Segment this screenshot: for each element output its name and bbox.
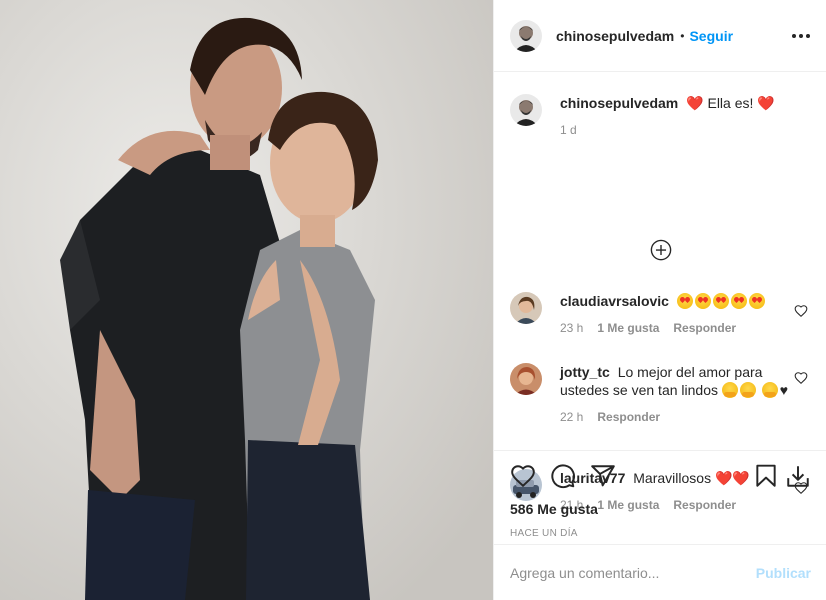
comment-username[interactable]: claudiavrsalovic [560,293,669,309]
like-comment-icon[interactable] [794,371,808,385]
heart-eyes-emoji [712,293,729,309]
hugging-emoji [721,382,738,398]
heart-eyes-emoji [676,293,693,309]
comment-time[interactable]: 22 h [560,408,583,426]
reply-button[interactable]: Responder [597,408,660,426]
black-heart-emoji: ♥ [779,382,789,398]
download-icon[interactable] [785,463,811,489]
heart-icon[interactable] [510,463,536,489]
caption-text: Ella es! [707,95,754,111]
comment-likes[interactable]: 1 Me gusta [597,319,659,337]
author-avatar[interactable] [510,19,542,52]
action-bar [494,452,826,500]
red-heart-emoji: ❤️ [686,95,704,111]
comment-avatar[interactable] [510,363,542,395]
post-actions: 586 Me gusta HACE UN DÍA Publicar [494,450,826,600]
save-icon[interactable] [753,463,779,489]
comment-composer: Publicar [494,544,826,600]
caption-time[interactable]: 1 d [560,121,577,139]
like-comment-icon[interactable] [794,304,808,318]
heart-eyes-emoji [730,293,747,309]
comment-username[interactable]: jotty_tc [560,364,610,380]
post-photo[interactable] [0,0,493,600]
post-time[interactable]: HACE UN DÍA [494,528,826,539]
comment-item: claudiavrsalovic 23 h 1 Me gusta Respond… [510,292,826,337]
hugging-emoji [761,382,778,398]
comment-item: jotty_tc Lo mejor del amor para ustedes … [510,363,826,426]
caption-avatar[interactable] [510,94,542,126]
author-username[interactable]: chinosepulvedam [556,28,674,44]
red-heart-emoji: ❤️ [757,95,775,111]
heart-eyes-emoji [694,293,711,309]
comment-input[interactable] [510,564,756,581]
post-header: chinosepulvedam • Seguir [494,0,826,72]
like-count[interactable]: 586 Me gusta [494,501,826,517]
comment-avatar[interactable] [510,292,542,324]
heart-eyes-emoji [748,293,765,309]
separator-dot: • [680,28,685,43]
couple-photo-illustration [0,0,493,600]
publish-button[interactable]: Publicar [756,565,811,581]
caption-username[interactable]: chinosepulvedam [560,95,678,111]
hugging-emoji [739,382,756,398]
caption-row: chinosepulvedam ❤️ Ella es! ❤️ 1 d [510,94,810,139]
post-side-panel: chinosepulvedam • Seguir chinosepulvedam… [493,0,826,600]
plus-circle-icon[interactable] [650,239,672,261]
comment-time[interactable]: 23 h [560,319,583,337]
comments-section[interactable]: chinosepulvedam ❤️ Ella es! ❤️ 1 d claud… [494,72,826,512]
follow-button[interactable]: Seguir [689,28,733,44]
more-icon[interactable] [792,26,810,46]
share-icon[interactable] [590,463,616,489]
reply-button[interactable]: Responder [673,319,736,337]
comment-icon[interactable] [550,463,576,489]
